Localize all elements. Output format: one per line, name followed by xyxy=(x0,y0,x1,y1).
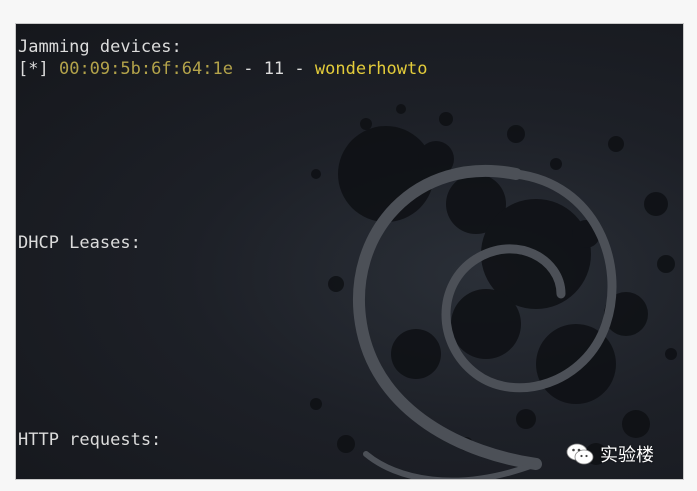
watermark-text: 实验楼 xyxy=(600,445,654,466)
screenshot-frame: Jamming devices: [*] 00:09:5b:6f:64:1e -… xyxy=(0,0,697,491)
terminal-window[interactable]: Jamming devices: [*] 00:09:5b:6f:64:1e -… xyxy=(15,23,684,480)
prompt-prefix: [*] xyxy=(18,59,49,79)
wechat-icon xyxy=(566,443,594,465)
dhcp-leases-label: DHCP Leases: xyxy=(18,233,141,253)
watermark: 实验楼 xyxy=(566,441,654,467)
http-requests-label: HTTP requests: xyxy=(18,430,162,450)
separator: - xyxy=(284,59,315,79)
channel-number: 11 xyxy=(263,59,285,79)
mac-address: 00:09:5b:6f:64:1e xyxy=(58,59,233,79)
jammed-device-line: [*] 00:09:5b:6f:64:1e - 11 - wonderhowto xyxy=(18,59,427,80)
separator: - xyxy=(232,59,264,79)
jamming-devices-label: Jamming devices: xyxy=(18,37,182,57)
ssid-name: wonderhowto xyxy=(314,59,428,79)
